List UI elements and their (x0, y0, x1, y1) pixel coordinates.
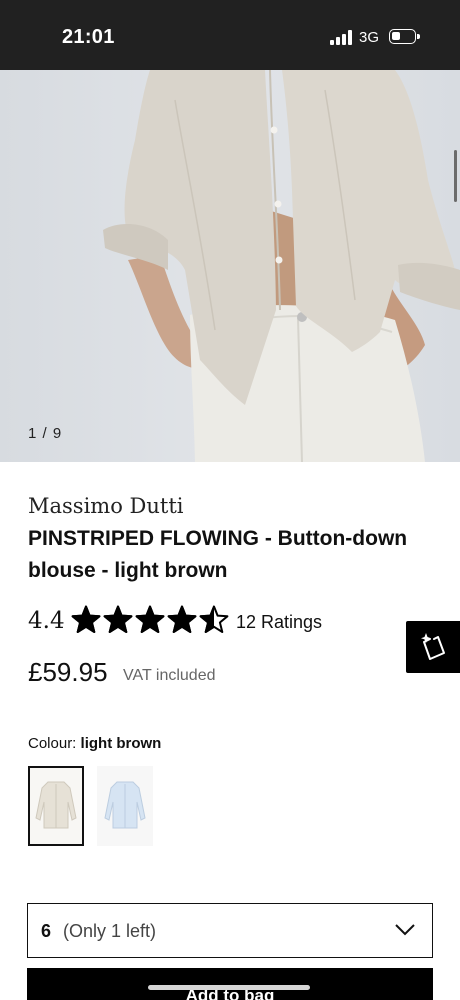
signal-icon (330, 30, 352, 45)
status-time: 21:01 (62, 26, 115, 48)
chevron-down-icon (395, 924, 415, 936)
shirt-thumbnail (35, 781, 77, 829)
star-full-icon (71, 605, 101, 633)
status-bar: 21:01 3G (0, 0, 460, 70)
product-title: PINSTRIPED FLOWING - Button-down blouse … (28, 527, 408, 582)
star-full-icon (135, 605, 165, 633)
product-image-gallery[interactable] (0, 70, 460, 462)
vat-note: VAT included (123, 667, 216, 684)
colour-swatch-light-brown[interactable] (28, 766, 84, 846)
colour-label: Colour: (28, 735, 77, 752)
colour-label-row: Colour: light brown (28, 735, 161, 752)
rating-stars (71, 605, 231, 637)
selected-size: 6 (41, 921, 52, 941)
network-type: 3G (359, 29, 380, 46)
colour-swatch-light-blue[interactable] (97, 766, 153, 846)
share-button[interactable] (406, 621, 460, 673)
rating-value: 4.4 (28, 608, 65, 634)
home-indicator[interactable] (148, 985, 310, 990)
size-select[interactable]: 6 (Only 1 left) (27, 903, 433, 958)
selected-colour: light brown (80, 735, 162, 752)
star-full-icon (103, 605, 133, 633)
stock-note: (Only 1 left) (63, 921, 157, 941)
image-counter: 1 / 9 (28, 425, 63, 442)
price: £59.95 (28, 657, 108, 687)
add-to-bag-button[interactable]: Add to bag (27, 968, 433, 1000)
star-full-icon (167, 605, 197, 633)
share-sparkle-icon (421, 633, 445, 660)
scroll-indicator (454, 150, 457, 202)
star-half-icon (199, 605, 229, 633)
battery-icon (389, 29, 420, 44)
product-photo (103, 70, 460, 462)
brand-name[interactable]: Massimo Dutti (28, 494, 183, 518)
ratings-count[interactable]: 12 Ratings (236, 612, 322, 633)
shirt-thumbnail (104, 781, 146, 829)
